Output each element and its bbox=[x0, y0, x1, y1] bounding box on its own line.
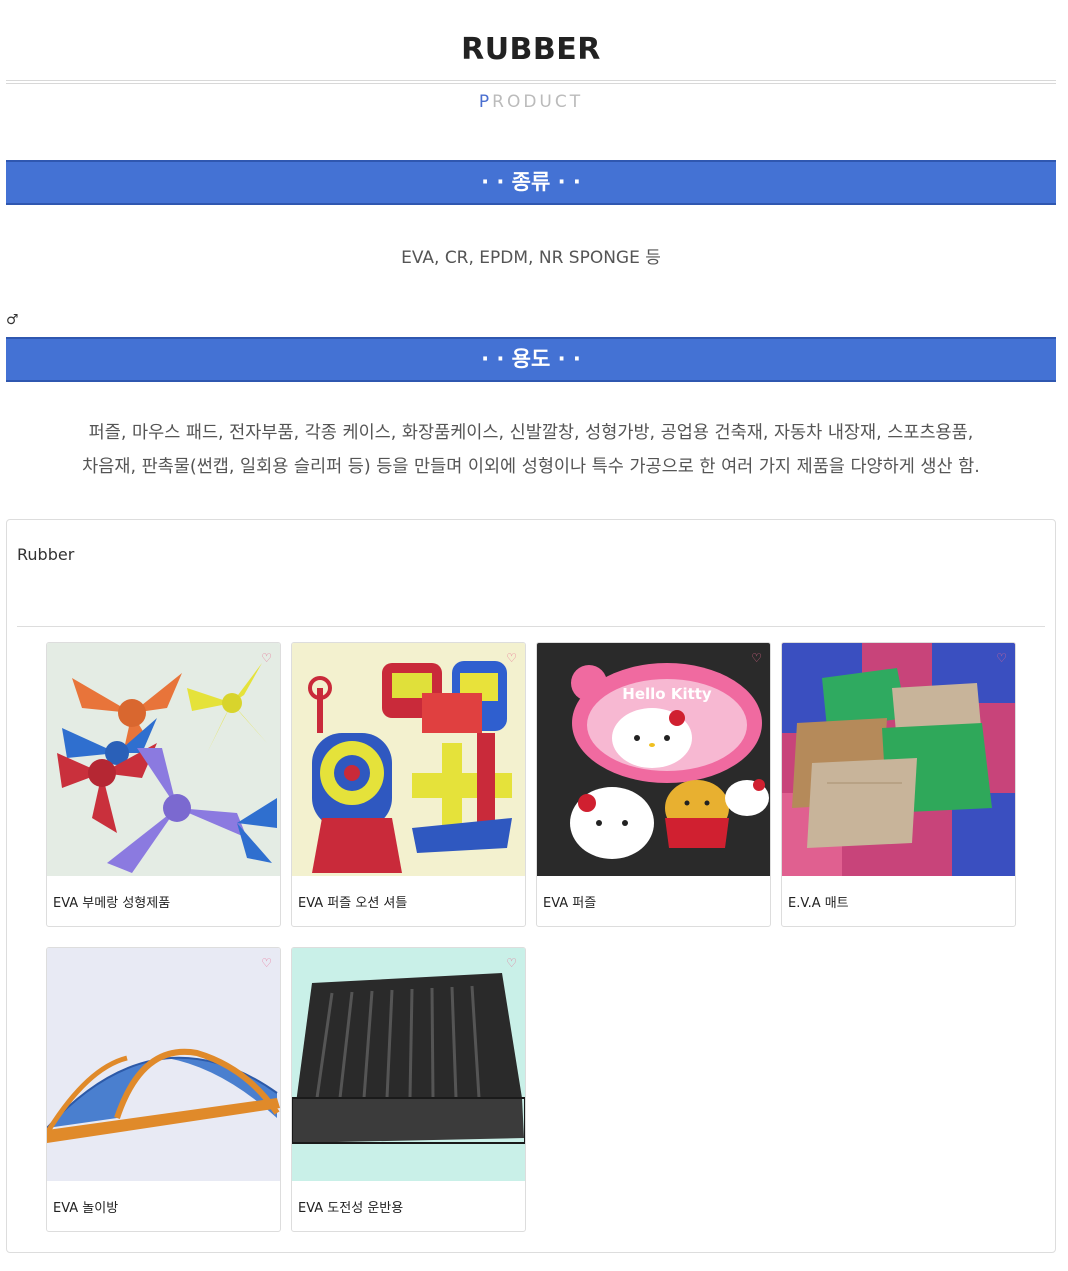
usage-description: 퍼즐, 마우스 패드, 전자부품, 각종 케이스, 화장품케이스, 신발깔창, … bbox=[6, 416, 1056, 484]
product-caption[interactable]: EVA 부메랑 성형제품 bbox=[53, 892, 170, 911]
male-symbol-glyph: ♂ bbox=[6, 312, 19, 328]
page-header: RUBBER PRODUCT bbox=[6, 0, 1056, 112]
svg-text:Hello Kitty: Hello Kitty bbox=[622, 685, 712, 703]
heart-icon[interactable]: ♡ bbox=[261, 651, 272, 665]
product-caption[interactable]: EVA 퍼즐 오션 셔틀 bbox=[298, 892, 407, 911]
product-caption[interactable]: EVA 놀이방 bbox=[53, 1197, 118, 1216]
product-image-conductive-tray[interactable]: ♡ bbox=[292, 948, 525, 1181]
title-divider bbox=[6, 80, 1056, 84]
page-subtitle: PRODUCT bbox=[6, 92, 1056, 112]
usage-line-2: 차음재, 판촉물(썬캡, 일회용 슬리퍼 등) 등을 만들며 이외에 성형이나 … bbox=[82, 457, 980, 477]
product-image-puzzle[interactable]: Hello Kitty ♡ bbox=[537, 643, 770, 876]
product-caption[interactable]: EVA 퍼즐 bbox=[543, 892, 596, 911]
product-card-conductive-tray[interactable]: ♡ EVA 도전성 운반용 bbox=[291, 947, 526, 1232]
product-caption[interactable]: E.V.A 매트 bbox=[788, 892, 849, 911]
product-gallery: Rubber ♡ EVA 부메랑 성형제품 ♡ EVA 퍼즐 오션 셔틀 Hel… bbox=[6, 519, 1056, 1253]
product-card-ocean-shuttle[interactable]: ♡ EVA 퍼즐 오션 셔틀 bbox=[291, 642, 526, 927]
heart-icon[interactable]: ♡ bbox=[506, 651, 517, 665]
product-image-boomerang[interactable]: ♡ bbox=[47, 643, 280, 876]
section-heading-kinds: · · 종류 · · bbox=[6, 160, 1056, 205]
product-card-boomerang[interactable]: ♡ EVA 부메랑 성형제품 bbox=[46, 642, 281, 927]
product-card-puzzle[interactable]: Hello Kitty ♡ EVA 퍼즐 bbox=[536, 642, 771, 927]
heart-icon[interactable]: ♡ bbox=[751, 651, 762, 665]
product-image-mat[interactable]: ♡ bbox=[782, 643, 1015, 876]
subtitle-rest: RODUCT bbox=[492, 92, 584, 112]
heart-icon[interactable]: ♡ bbox=[996, 651, 1007, 665]
product-card-playroom[interactable]: ♡ EVA 놀이방 bbox=[46, 947, 281, 1232]
product-caption[interactable]: EVA 도전성 운반용 bbox=[298, 1197, 403, 1216]
gallery-divider bbox=[17, 626, 1045, 627]
gallery-title: Rubber bbox=[17, 545, 75, 564]
subtitle-accent-letter: P bbox=[478, 92, 493, 112]
product-image-ocean-shuttle[interactable]: ♡ bbox=[292, 643, 525, 876]
product-card-mat[interactable]: ♡ E.V.A 매트 bbox=[781, 642, 1016, 927]
product-image-playroom[interactable]: ♡ bbox=[47, 948, 280, 1181]
usage-line-1: 퍼즐, 마우스 패드, 전자부품, 각종 케이스, 화장품케이스, 신발깔창, … bbox=[88, 423, 974, 443]
kinds-description: EVA, CR, EPDM, NR SPONGE 등 bbox=[401, 248, 661, 268]
heart-icon[interactable]: ♡ bbox=[506, 956, 517, 970]
section-heading-usage: · · 용도 · · bbox=[6, 337, 1056, 382]
heart-icon[interactable]: ♡ bbox=[261, 956, 272, 970]
page-title: RUBBER bbox=[461, 32, 601, 67]
